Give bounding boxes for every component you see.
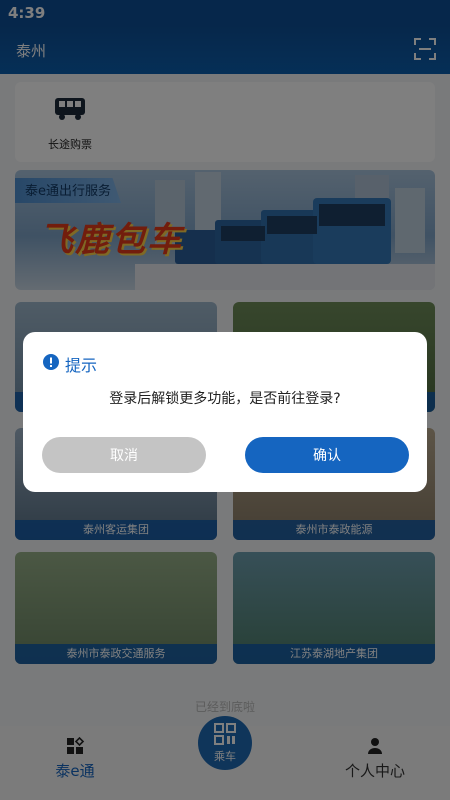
dialog-title: 提示 — [65, 356, 98, 375]
cancel-button[interactable]: 取消 — [42, 437, 206, 473]
info-icon — [43, 354, 59, 370]
dialog-message: 登录后解锁更多功能，是否前往登录? — [109, 391, 341, 407]
confirm-button[interactable]: 确认 — [245, 437, 409, 473]
login-prompt-dialog: 提示 登录后解锁更多功能，是否前往登录? 取消 确认 — [23, 332, 427, 492]
